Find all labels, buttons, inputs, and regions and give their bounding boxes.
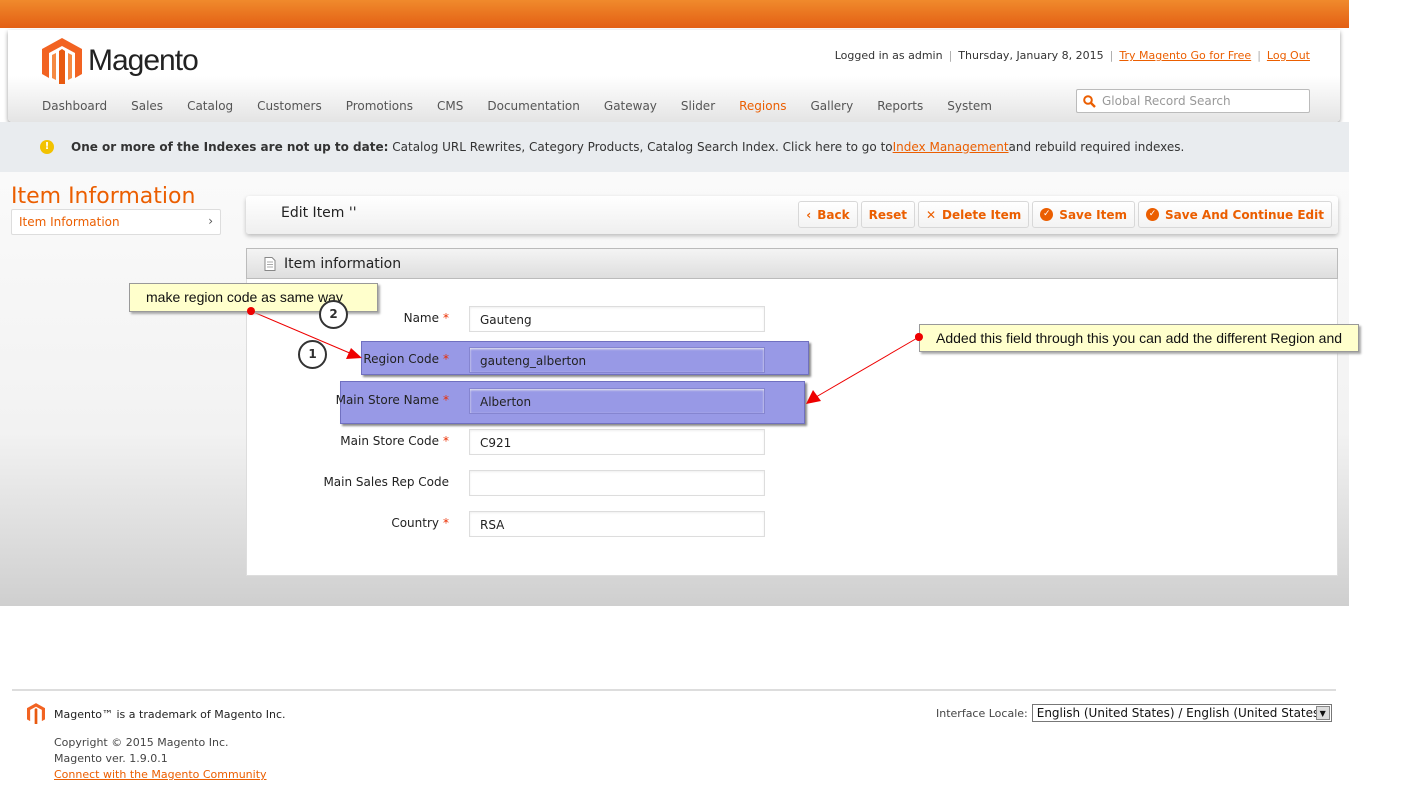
- magento-footer-logo-icon: [27, 703, 45, 724]
- chevron-down-icon: ▼: [1315, 706, 1330, 720]
- copyright-text: Copyright © 2015 Magento Inc.: [54, 736, 229, 749]
- trademark-text: Magento™ is a trademark of Magento Inc.: [54, 708, 286, 721]
- annotation-dots: [247, 307, 923, 341]
- community-link[interactable]: Connect with the Magento Community: [54, 768, 267, 781]
- locale-select[interactable]: English (United States) / English (Unite…: [1031, 704, 1332, 722]
- interface-locale: Interface Locale: English (United States…: [936, 704, 1332, 722]
- locale-value: English (United States) / English (Unite…: [1036, 706, 1324, 720]
- locale-label: Interface Locale:: [936, 706, 1028, 720]
- version-text: Magento ver. 1.9.0.1: [54, 752, 168, 765]
- footer-divider: [12, 689, 1336, 691]
- footer-info: Copyright © 2015 Magento Inc. Magento ve…: [54, 735, 267, 783]
